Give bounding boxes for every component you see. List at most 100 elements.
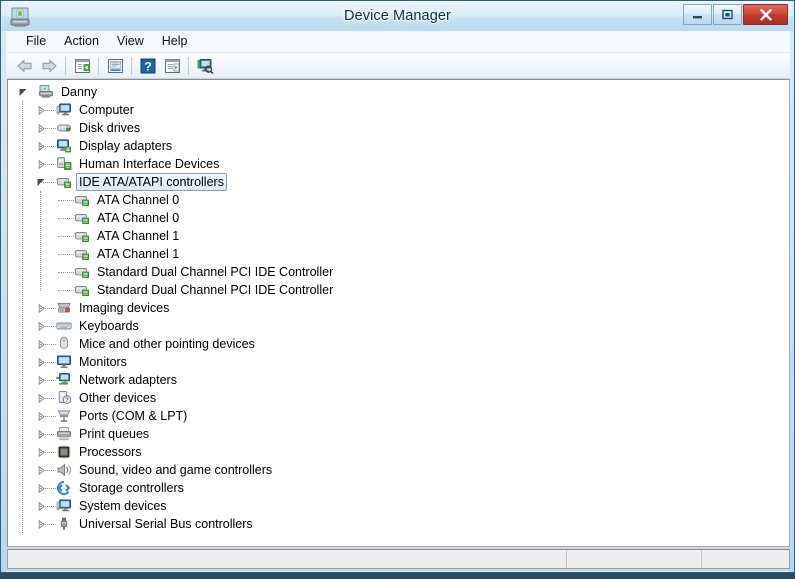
tree-connector-line <box>40 398 56 399</box>
tree-connector-line <box>40 308 56 309</box>
tree-node-label: Other devices <box>79 391 157 405</box>
tree-connector-line <box>40 182 56 183</box>
tree-connector-line <box>58 254 74 255</box>
show-hide-action-pane-icon[interactable] <box>160 55 184 77</box>
tree-connector-line <box>40 164 56 165</box>
tree-connector-line <box>40 128 56 129</box>
ata-channel-icon <box>74 246 90 262</box>
tree-node[interactable]: System devices <box>8 497 789 515</box>
tree-node-label: Standard Dual Channel PCI IDE Controller <box>97 265 334 279</box>
port-icon <box>56 408 72 424</box>
tree-node[interactable]: Human Interface Devices <box>8 155 789 173</box>
tree-connector-line <box>40 344 56 345</box>
window-controls <box>682 4 788 26</box>
tree-connector-line <box>40 110 56 111</box>
forward-arrow-icon[interactable] <box>37 55 61 77</box>
tree-node[interactable]: IDE ATA/ATAPI controllers <box>8 172 789 191</box>
toolbar-separator <box>98 56 99 75</box>
tree-node[interactable]: ATA Channel 0 <box>8 209 789 227</box>
network-adapter-icon <box>56 372 72 388</box>
tree-connector-line <box>40 362 56 363</box>
usb-icon <box>56 516 72 532</box>
close-button[interactable] <box>743 4 788 25</box>
tree-node[interactable]: Keyboards <box>8 317 789 335</box>
tree-node-label: Processors <box>79 445 142 459</box>
window-frame-left <box>1 1 6 572</box>
tree-node[interactable]: Disk drives <box>8 119 789 137</box>
status-panel-message <box>8 550 567 568</box>
ata-channel-icon <box>74 282 90 298</box>
menu-help[interactable]: Help <box>153 32 197 51</box>
tree-node-label: Danny <box>61 85 98 99</box>
mouse-icon <box>56 336 72 352</box>
properties-icon[interactable] <box>103 55 127 77</box>
ide-controller-icon <box>56 174 72 190</box>
tree-node[interactable]: Computer <box>8 101 789 119</box>
disk-drive-icon <box>56 120 72 136</box>
device-manager-window: Device Manager File Action View Help ? D… <box>0 0 795 573</box>
tree-node[interactable]: ATA Channel 0 <box>8 191 789 209</box>
tree-connector-line <box>58 272 74 273</box>
tree-node[interactable]: Mice and other pointing devices <box>8 335 789 353</box>
sound-icon <box>56 462 72 478</box>
minimize-button[interactable] <box>683 4 712 25</box>
device-tree-pane[interactable]: Danny Computer Disk drives Display adapters… <box>7 79 790 547</box>
system-device-icon <box>56 498 72 514</box>
tree-node[interactable]: Imaging devices <box>8 299 789 317</box>
toolbar-separator <box>65 56 66 75</box>
tree-node-label: System devices <box>79 499 167 513</box>
printer-icon <box>56 426 72 442</box>
tree-node-label: Print queues <box>79 427 150 441</box>
menu-view[interactable]: View <box>108 32 153 51</box>
tree-node-label: Disk drives <box>79 121 141 135</box>
tree-node-label: Ports (COM & LPT) <box>79 409 188 423</box>
back-arrow-icon[interactable] <box>13 55 37 77</box>
tree-node-label: Imaging devices <box>79 301 170 315</box>
tree-node[interactable]: Network adapters <box>8 371 789 389</box>
tree-node[interactable]: ATA Channel 1 <box>8 245 789 263</box>
show-hide-console-tree-icon[interactable] <box>70 55 94 77</box>
toolbar-separator <box>131 56 132 75</box>
tree-root-node[interactable]: Danny <box>8 83 789 101</box>
keyboard-icon <box>56 318 72 334</box>
tree-connector-line <box>40 434 56 435</box>
ata-channel-icon <box>74 192 90 208</box>
tree-node-label: Mice and other pointing devices <box>79 337 255 351</box>
tree-node[interactable]: Universal Serial Bus controllers <box>8 515 789 533</box>
svg-text:?: ? <box>144 59 151 73</box>
menu-file[interactable]: File <box>17 32 55 51</box>
device-tree: Danny Computer Disk drives Display adapters… <box>8 80 789 546</box>
tree-node[interactable]: Monitors <box>8 353 789 371</box>
title-bar[interactable]: Device Manager <box>2 2 793 31</box>
tree-node[interactable]: Storage controllers <box>8 479 789 497</box>
chevron-down-icon[interactable] <box>18 83 29 101</box>
tree-node-label: Universal Serial Bus controllers <box>79 517 253 531</box>
tree-node-label: Monitors <box>79 355 127 369</box>
tree-node-label: ATA Channel 1 <box>97 229 180 243</box>
tree-node[interactable]: Print queues <box>8 425 789 443</box>
tree-node[interactable]: Standard Dual Channel PCI IDE Controller <box>8 281 789 299</box>
menu-action[interactable]: Action <box>55 32 108 51</box>
scan-for-hardware-changes-icon[interactable] <box>193 55 217 77</box>
status-panel-secondary <box>567 550 702 568</box>
tree-node[interactable]: Processors <box>8 443 789 461</box>
tree-node[interactable]: Display adapters <box>8 137 789 155</box>
tree-connector-line <box>58 200 74 201</box>
tree-connector-line <box>58 218 74 219</box>
tree-node-label: ATA Channel 0 <box>97 193 180 207</box>
tree-connector-line <box>40 416 56 417</box>
tree-node[interactable]: Sound, video and game controllers <box>8 461 789 479</box>
tree-connector-line <box>40 452 56 453</box>
help-question-icon[interactable]: ? <box>136 55 160 77</box>
tree-node[interactable]: Ports (COM & LPT) <box>8 407 789 425</box>
maximize-button[interactable] <box>713 4 742 25</box>
monitor-icon <box>56 354 72 370</box>
tree-node-label: Sound, video and game controllers <box>79 463 273 477</box>
tree-node-label: Storage controllers <box>79 481 184 495</box>
tree-node-label: Display adapters <box>79 139 173 153</box>
tree-node[interactable]: ATA Channel 1 <box>8 227 789 245</box>
tree-node[interactable]: ? Other devices <box>8 389 789 407</box>
toolbar: ? <box>7 53 790 79</box>
tree-node[interactable]: Standard Dual Channel PCI IDE Controller <box>8 263 789 281</box>
toolbar-separator <box>188 56 189 75</box>
